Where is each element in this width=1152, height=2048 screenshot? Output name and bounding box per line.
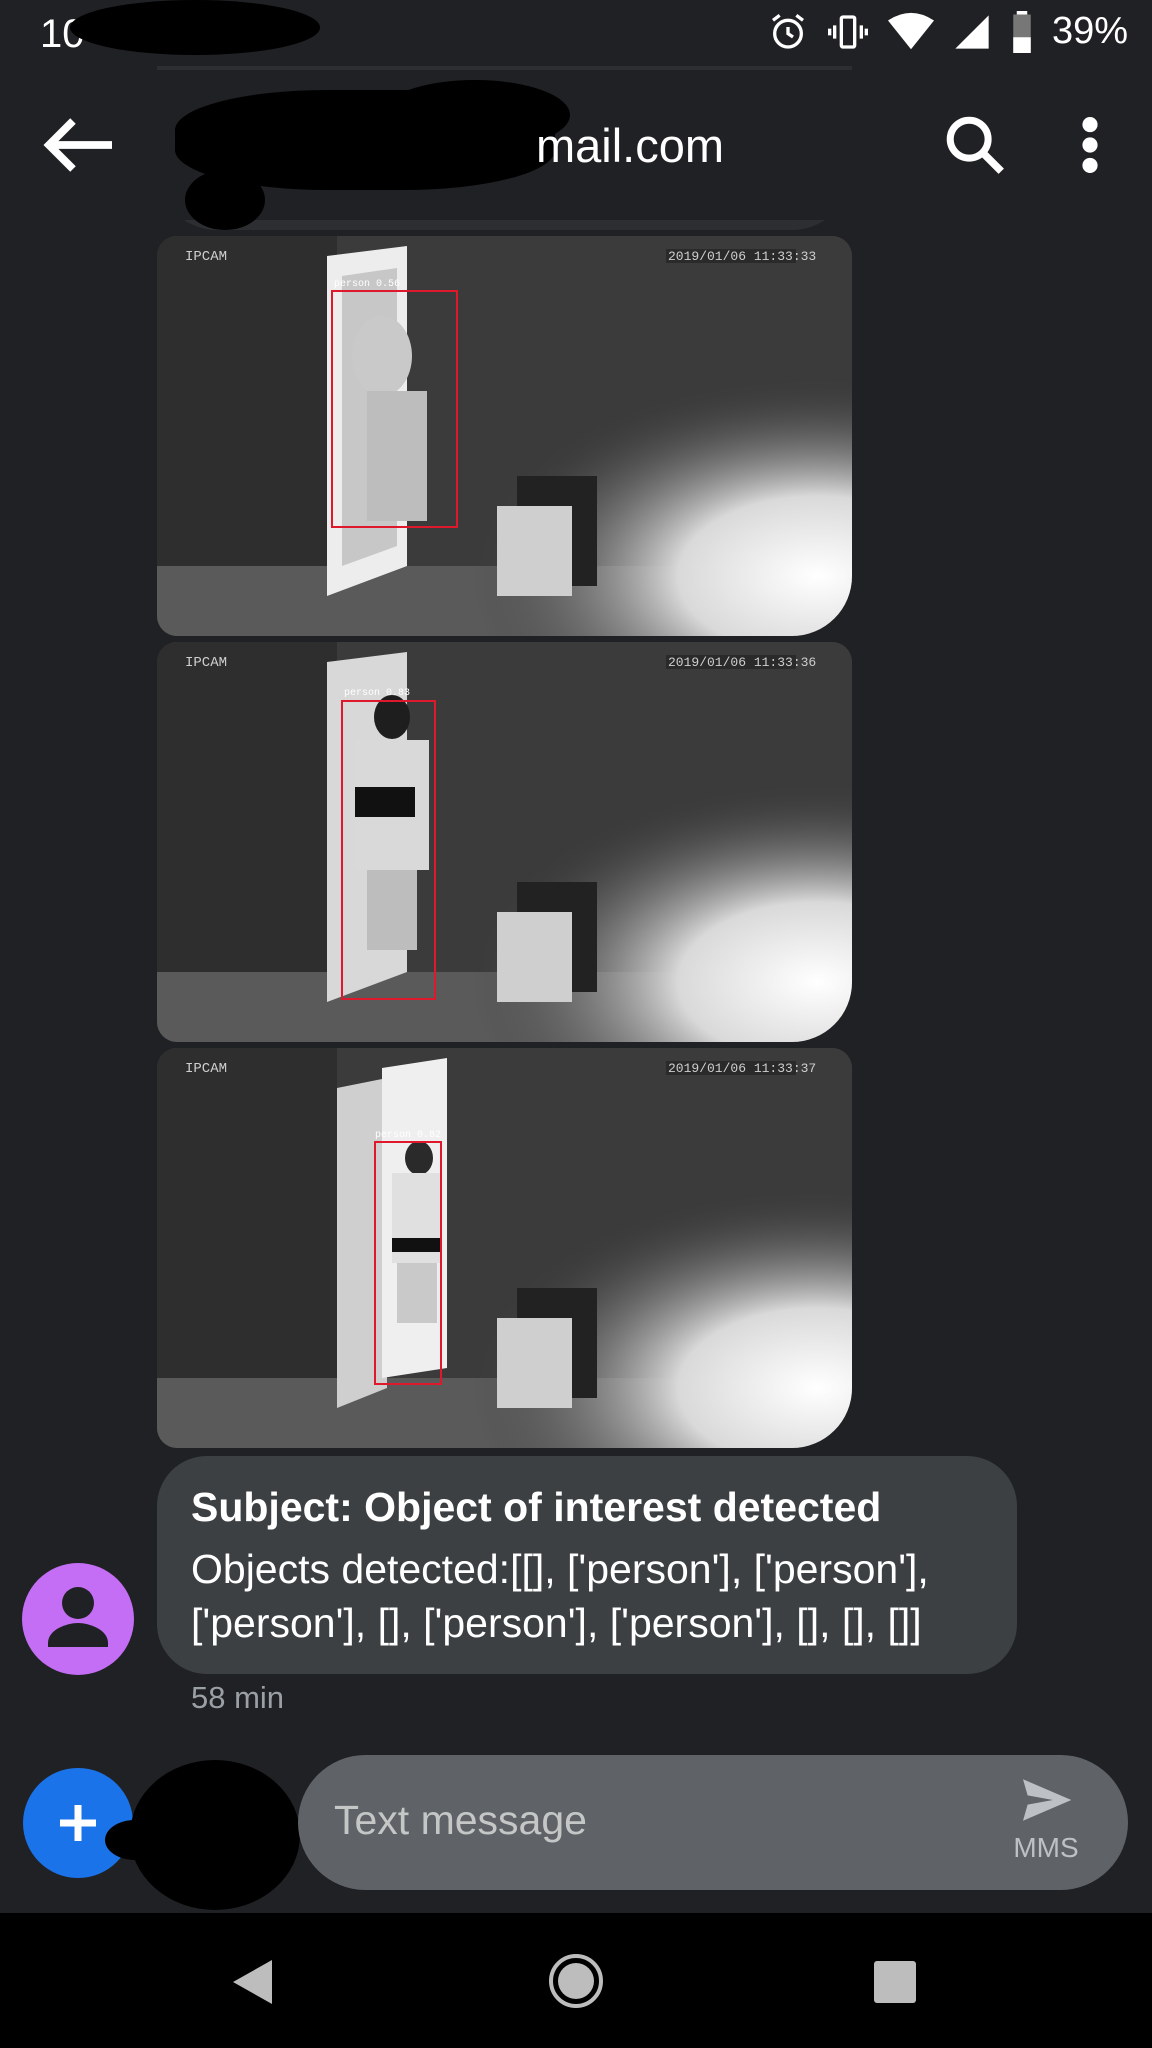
back-button[interactable] <box>40 114 118 176</box>
person-icon <box>48 1587 108 1647</box>
message-subject: Subject: Object of interest detected <box>191 1484 882 1530</box>
alarm-icon <box>771 13 804 49</box>
conversation-title: mail.com <box>536 119 725 172</box>
nav-home-button[interactable] <box>548 1953 604 2014</box>
wifi-icon <box>887 12 934 49</box>
detection-label: person 0.82 <box>375 1130 441 1141</box>
redaction-mark <box>105 1820 165 1860</box>
message-body: Objects detected:[[], ['person'], ['pers… <box>191 1546 929 1646</box>
camera-timestamp: 2019/01/06 11:33:37 <box>668 1061 816 1076</box>
search-button[interactable] <box>940 110 1010 180</box>
status-bar: 10 39% <box>0 0 1152 70</box>
send-button[interactable]: MMS <box>1006 1777 1086 1867</box>
detection-label: person 0.83 <box>344 688 410 699</box>
battery-icon <box>1013 10 1031 53</box>
camera-watermark: IPCAM <box>185 249 227 265</box>
attachment-image[interactable]: IPCAM 2019/01/06 11:33:33 person 0.56 <box>157 236 852 636</box>
search-icon <box>946 116 1004 174</box>
redaction-mark <box>185 170 265 230</box>
send-icon <box>1023 1779 1072 1821</box>
navigation-bar <box>0 1913 1152 2048</box>
nav-recents-icon <box>874 1961 916 2003</box>
message-timestamp: 58 min <box>191 1680 285 1715</box>
nav-back-button[interactable] <box>230 1957 274 2012</box>
redaction-mark <box>70 0 320 55</box>
attachment-image[interactable]: IPCAM 2019/01/06 11:33:36 person 0.83 <box>157 642 852 1042</box>
send-label: MMS <box>1013 1832 1079 1863</box>
cell-signal-icon <box>955 14 989 49</box>
more-vert-icon <box>1082 117 1098 173</box>
camera-timestamp: 2019/01/06 11:33:33 <box>668 249 816 264</box>
nav-back-icon <box>233 1960 272 2004</box>
nav-home-icon <box>549 1954 603 2008</box>
attachment-image[interactable]: IPCAM 2019/01/06 11:33:37 person 0.82 <box>157 1048 852 1448</box>
compose-bar: Text message MMS <box>298 1755 1128 1890</box>
message-input[interactable]: Text message <box>334 1797 587 1844</box>
sender-avatar[interactable] <box>22 1563 134 1675</box>
detection-label: person 0.56 <box>334 279 400 290</box>
app-bar: mail.com <box>0 70 1152 230</box>
message-bubble[interactable]: Subject: Object of interest detected Obj… <box>157 1456 1017 1674</box>
nav-recents-button[interactable] <box>872 1959 918 2010</box>
camera-timestamp: 2019/01/06 11:33:36 <box>668 655 816 670</box>
more-options-button[interactable] <box>1070 110 1110 180</box>
status-icons: 39% <box>768 10 1128 53</box>
vibrate-icon <box>827 14 868 49</box>
arrow-back-icon <box>43 118 112 172</box>
camera-watermark: IPCAM <box>185 655 227 671</box>
battery-percent: 39% <box>1051 10 1128 52</box>
camera-watermark: IPCAM <box>185 1061 227 1077</box>
